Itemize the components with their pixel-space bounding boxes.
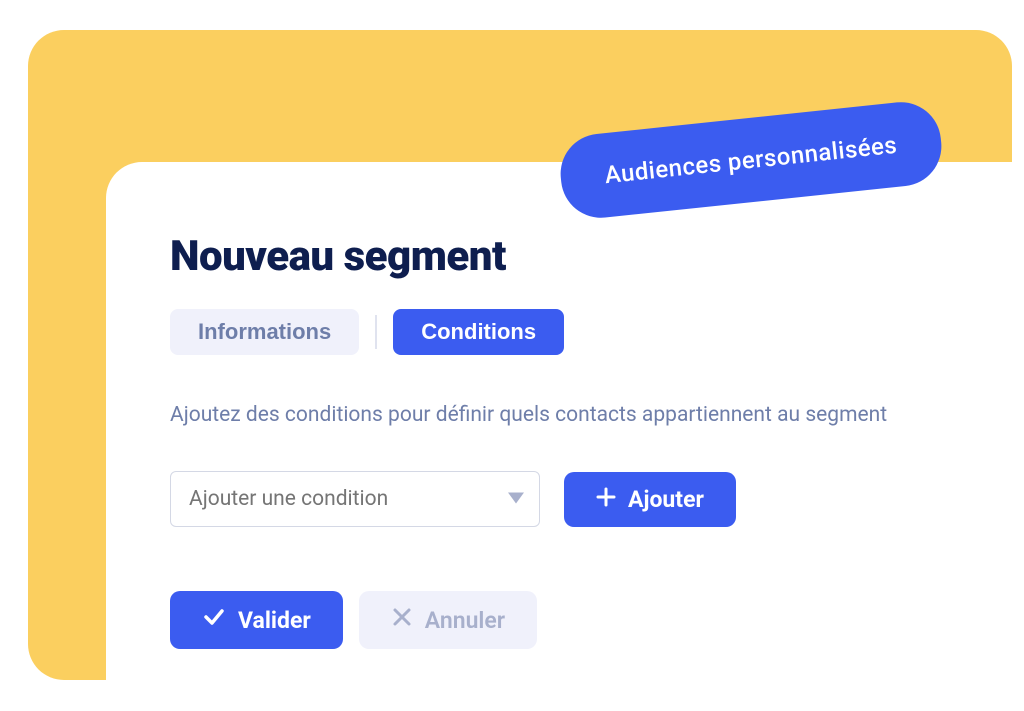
tab-conditions-label: Conditions xyxy=(421,319,536,344)
condition-select-wrapper xyxy=(170,471,540,527)
cancel-button[interactable]: Annuler xyxy=(359,591,537,649)
tab-informations-label: Informations xyxy=(198,319,331,344)
check-icon xyxy=(202,605,226,635)
feature-badge-label: Audiences personnalisées xyxy=(603,131,898,190)
segment-editor-card: Nouveau segment Informations Conditions … xyxy=(106,162,1024,711)
cancel-button-label: Annuler xyxy=(425,607,505,634)
plus-icon xyxy=(596,486,616,513)
add-condition-row: Ajouter xyxy=(170,471,960,527)
validate-button[interactable]: Valider xyxy=(170,591,343,649)
page-title: Nouveau segment xyxy=(170,232,960,281)
tab-informations[interactable]: Informations xyxy=(170,309,359,355)
condition-select[interactable] xyxy=(170,471,540,527)
close-icon xyxy=(391,606,413,634)
conditions-description: Ajoutez des conditions pour définir quel… xyxy=(170,403,960,427)
add-condition-button[interactable]: Ajouter xyxy=(564,472,736,527)
validate-button-label: Valider xyxy=(238,607,311,634)
tab-conditions[interactable]: Conditions xyxy=(393,309,564,355)
form-actions: Valider Annuler xyxy=(170,591,960,649)
add-button-label: Ajouter xyxy=(628,486,704,513)
tabs-container: Informations Conditions xyxy=(170,309,960,355)
tab-divider xyxy=(375,315,377,349)
